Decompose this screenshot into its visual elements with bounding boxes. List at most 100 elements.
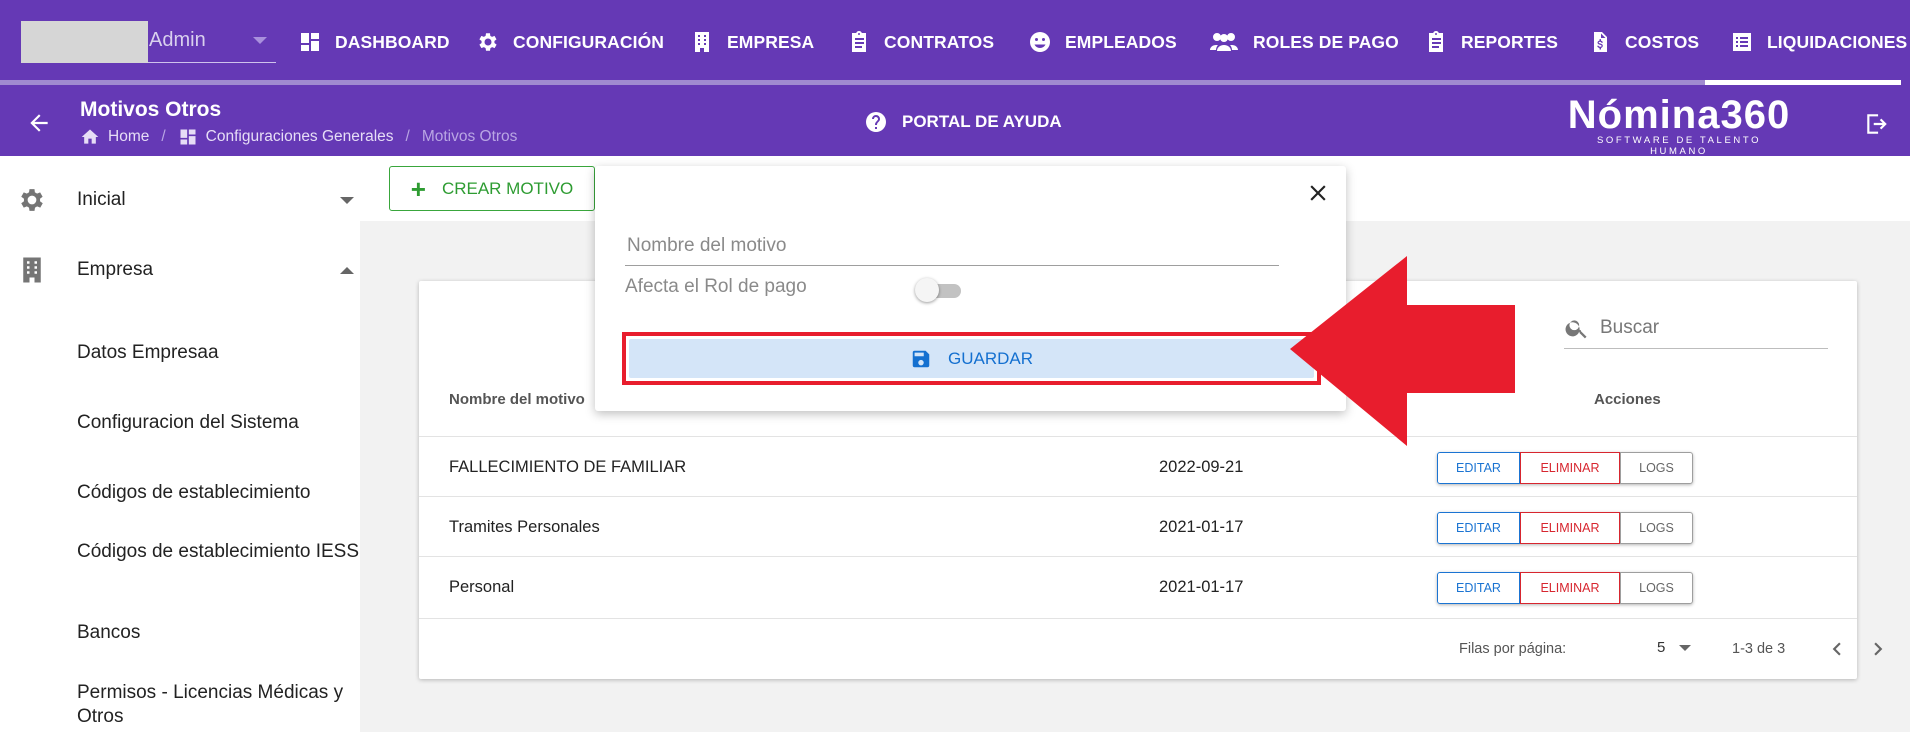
- nav-item-roles-de-pago[interactable]: ROLES DE PAGO: [1207, 22, 1399, 62]
- table-row: Personal 2021-01-17 EDITAR ELIMINAR LOGS: [419, 556, 1857, 616]
- sidebar-group-empresa[interactable]: Empresa: [0, 240, 360, 300]
- nav-item-costos[interactable]: COSTOS: [1587, 22, 1699, 62]
- sidebar-group-label: Empresa: [77, 259, 154, 280]
- create-motivo-button[interactable]: + CREAR MOTIVO: [389, 166, 595, 211]
- brand-name: Nómina360: [1567, 93, 1791, 137]
- home-icon: [81, 129, 99, 144]
- motivo-name-field[interactable]: [625, 230, 1279, 266]
- rows-per-page-select[interactable]: 5: [1657, 639, 1692, 656]
- edit-button[interactable]: EDITAR: [1437, 572, 1520, 604]
- search-icon: [1565, 320, 1587, 339]
- delete-button[interactable]: ELIMINAR: [1520, 452, 1620, 484]
- breadcrumb-separator: /: [405, 128, 410, 145]
- sidebar: Inicial Empresa Datos Empresaa Configura…: [0, 156, 360, 732]
- dollar-file-icon: [1587, 29, 1613, 55]
- cell-date: 2022-09-21: [1159, 458, 1244, 476]
- row-actions: EDITAR ELIMINAR LOGS: [1437, 512, 1693, 544]
- chevron-down-icon: [340, 196, 354, 204]
- brand-tagline: SOFTWARE DE TALENTO HUMANO: [1596, 135, 1762, 157]
- nav-item-label: ROLES DE PAGO: [1253, 31, 1399, 52]
- nav-item-label: DASHBOARD: [335, 31, 450, 52]
- edit-button[interactable]: EDITAR: [1437, 452, 1520, 484]
- breadcrumb-current: Motivos Otros: [421, 128, 518, 145]
- row-actions: EDITAR ELIMINAR LOGS: [1437, 572, 1693, 604]
- dashboard-icon: [297, 29, 323, 55]
- save-label: GUARDAR: [947, 348, 1033, 368]
- motivo-name-input[interactable]: [625, 230, 1279, 262]
- previous-page-button[interactable]: [1824, 636, 1850, 662]
- clipboard-icon: [846, 29, 872, 55]
- column-header-actions: Acciones: [1594, 391, 1661, 408]
- pagination-range: 1-3 de 3: [1732, 641, 1786, 657]
- page-header: Motivos Otros Home / Configuraciones Gen…: [0, 90, 1910, 157]
- sidebar-item-permisos[interactable]: Permisos - Licencias Médicas y Otros: [77, 681, 359, 729]
- row-actions: EDITAR ELIMINAR LOGS: [1437, 452, 1693, 484]
- nav-item-label: EMPRESA: [727, 31, 815, 52]
- nav-item-reportes[interactable]: REPORTES: [1423, 22, 1558, 62]
- chevron-down-icon: [253, 37, 267, 44]
- afecta-rol-label: Afecta el Rol de pago: [625, 276, 807, 297]
- save-icon: [912, 350, 930, 367]
- pointer-arrow-annotation: [1290, 256, 1515, 446]
- nav-item-label: CONTRATOS: [884, 31, 995, 52]
- table-row: Tramites Personales 2021-01-17 EDITAR EL…: [419, 496, 1857, 556]
- breadcrumb-configuraciones[interactable]: Configuraciones Generales: [206, 128, 394, 146]
- avatar: [21, 21, 148, 63]
- close-icon[interactable]: [1305, 180, 1331, 206]
- search-field[interactable]: [1564, 305, 1828, 349]
- cell-name: Personal: [449, 578, 515, 596]
- sidebar-group-inicial[interactable]: Inicial: [0, 170, 360, 230]
- save-button[interactable]: GUARDAR: [629, 339, 1314, 378]
- nav-item-liquidaciones[interactable]: LIQUIDACIONES: [1729, 22, 1907, 62]
- brand-logo: Nómina360 SOFTWARE DE TALENTO HUMANO: [1566, 92, 1792, 157]
- sidebar-item-codigos-iess[interactable]: Códigos de establecimiento IESS: [77, 540, 359, 564]
- chevron-left-icon: [1832, 642, 1841, 656]
- sidebar-group-label: Inicial: [77, 189, 126, 210]
- face-icon: [1027, 29, 1053, 55]
- sidebar-item-bancos[interactable]: Bancos: [77, 621, 359, 645]
- nav-item-configuracion[interactable]: CONFIGURACIÓN: [475, 22, 664, 62]
- rows-per-page-value: 5: [1657, 639, 1666, 656]
- logs-button[interactable]: LOGS: [1620, 512, 1693, 544]
- nav-item-dashboard[interactable]: DASHBOARD: [297, 22, 450, 62]
- nav-item-label: LIQUIDACIONES: [1767, 31, 1908, 52]
- nav-item-label: CONFIGURACIÓN: [513, 31, 665, 52]
- plus-icon: +: [410, 173, 426, 204]
- page-title: Motivos Otros: [80, 98, 222, 121]
- nav-indicator-track: [0, 80, 1705, 85]
- user-selector[interactable]: Admin: [21, 21, 276, 63]
- nav-item-empleados[interactable]: EMPLEADOS: [1027, 22, 1177, 62]
- help-portal-link[interactable]: PORTAL DE AYUDA: [864, 110, 1062, 134]
- top-navigation-bar: Admin DASHBOARD CONFIGURACIÓN EMPRESA CO…: [0, 0, 1910, 90]
- delete-button[interactable]: ELIMINAR: [1520, 572, 1620, 604]
- toggle-knob: [915, 278, 939, 302]
- rows-per-page-label: Filas por página:: [1459, 641, 1567, 657]
- gear-icon: [475, 29, 501, 55]
- nav-active-indicator: [1705, 80, 1901, 85]
- next-page-button[interactable]: [1865, 636, 1891, 662]
- search-input[interactable]: [1598, 313, 1823, 343]
- sidebar-item-configuracion-sistema[interactable]: Configuracion del Sistema: [77, 411, 359, 435]
- back-arrow-icon[interactable]: [26, 110, 52, 136]
- building-icon: [17, 255, 47, 285]
- logs-button[interactable]: LOGS: [1620, 572, 1693, 604]
- logout-icon[interactable]: [1864, 111, 1890, 137]
- list-icon: [1729, 29, 1755, 55]
- clipboard-icon: [1423, 29, 1449, 55]
- breadcrumb-home[interactable]: Home: [108, 128, 149, 146]
- nav-item-empresa[interactable]: EMPRESA: [689, 22, 814, 62]
- afecta-rol-toggle[interactable]: [915, 278, 961, 302]
- edit-button[interactable]: EDITAR: [1437, 512, 1520, 544]
- sidebar-item-datos-empresa[interactable]: Datos Empresaa: [77, 341, 359, 365]
- help-label: PORTAL DE AYUDA: [902, 112, 1062, 131]
- logs-button[interactable]: LOGS: [1620, 452, 1693, 484]
- sidebar-item-codigos-establecimiento[interactable]: Códigos de establecimiento: [77, 481, 359, 505]
- breadcrumb: Home / Configuraciones Generales / Motiv…: [80, 127, 517, 147]
- delete-button[interactable]: ELIMINAR: [1520, 512, 1620, 544]
- cell-date: 2021-01-17: [1159, 518, 1244, 536]
- building-icon: [689, 29, 715, 55]
- cell-name: FALLECIMIENTO DE FAMILIAR: [449, 458, 687, 476]
- nav-item-contratos[interactable]: CONTRATOS: [846, 22, 994, 62]
- cell-name: Tramites Personales: [449, 518, 600, 536]
- column-header-name[interactable]: Nombre del motivo: [449, 391, 585, 408]
